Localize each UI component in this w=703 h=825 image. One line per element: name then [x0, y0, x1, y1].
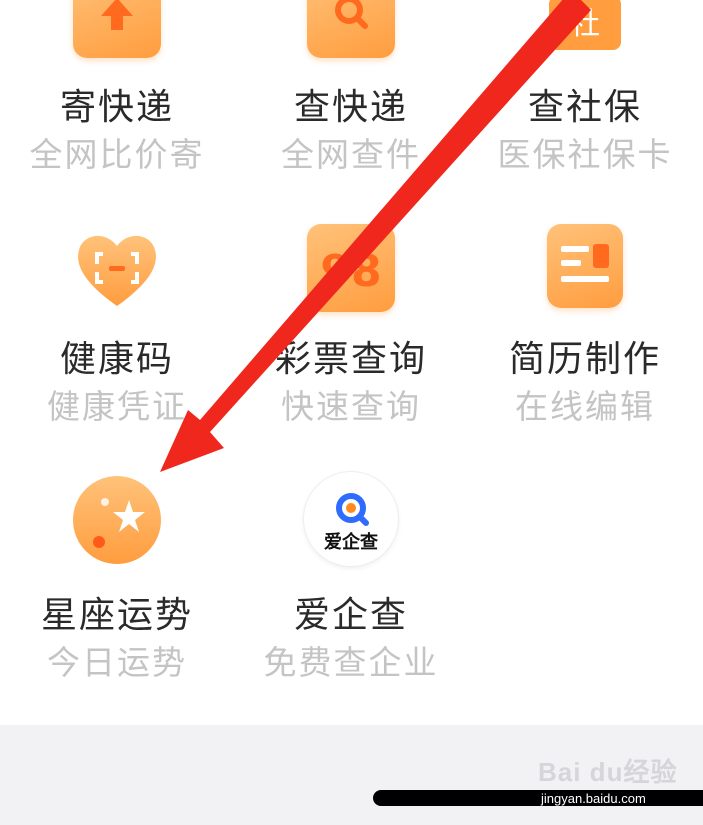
- service-item-social-security[interactable]: 社 查社保 医保社保卡: [468, 0, 702, 174]
- service-title: 爱企查: [293, 595, 408, 636]
- service-subtitle: 健康凭证: [47, 387, 187, 426]
- resume-icon: [547, 224, 623, 308]
- package-search-icon: [307, 0, 395, 58]
- service-title: 寄快递: [59, 87, 174, 128]
- lottery-icon-text: 98: [320, 246, 381, 297]
- aiqicha-logo-icon: 爱企查: [304, 472, 398, 566]
- service-subtitle: 免费查企业: [263, 643, 439, 682]
- service-title: 查社保: [527, 87, 642, 128]
- service-subtitle: 全网比价寄: [29, 135, 205, 174]
- watermark-url: jingyan.baidu.com: [541, 791, 646, 806]
- horoscope-star-icon: [73, 476, 161, 564]
- social-security-icon: 社: [541, 0, 629, 50]
- service-item-horoscope[interactable]: 星座运势 今日运势: [0, 472, 234, 702]
- service-subtitle: 医保社保卡: [497, 135, 673, 174]
- service-item-lottery[interactable]: 98 彩票查询 快速查询: [234, 218, 468, 448]
- service-subtitle: 今日运势: [47, 643, 187, 682]
- service-title: 简历制作: [508, 339, 661, 380]
- service-title: 星座运势: [40, 595, 193, 636]
- service-subtitle: 在线编辑: [515, 387, 655, 426]
- home-indicator[interactable]: [373, 790, 703, 806]
- watermark-logo: Bai du经验: [538, 757, 678, 787]
- service-title: 彩票查询: [274, 339, 427, 380]
- service-grid: 寄快递 全网比价寄 查快递 全网查件 社 查社保 医保社保卡 健康码 健康凭证 …: [0, 0, 703, 725]
- service-subtitle: 全网查件: [281, 135, 421, 174]
- service-item-resume[interactable]: 简历制作 在线编辑: [468, 218, 702, 448]
- service-title: 查快递: [293, 87, 408, 128]
- service-item-send-express[interactable]: 寄快递 全网比价寄: [0, 0, 234, 174]
- service-item-health-code[interactable]: 健康码 健康凭证: [0, 218, 234, 448]
- service-subtitle: 快速查询: [281, 387, 421, 426]
- social-security-icon-text: 社: [570, 7, 600, 42]
- lottery-icon: 98: [307, 224, 395, 312]
- package-send-icon: [73, 0, 161, 58]
- service-title: 健康码: [59, 339, 174, 380]
- service-item-aiqicha[interactable]: 爱企查 爱企查 免费查企业: [234, 472, 468, 702]
- aiqicha-logo-text: 爱企查: [324, 531, 378, 553]
- health-code-heart-icon: [73, 224, 161, 312]
- service-item-track-express[interactable]: 查快递 全网查件: [234, 0, 468, 174]
